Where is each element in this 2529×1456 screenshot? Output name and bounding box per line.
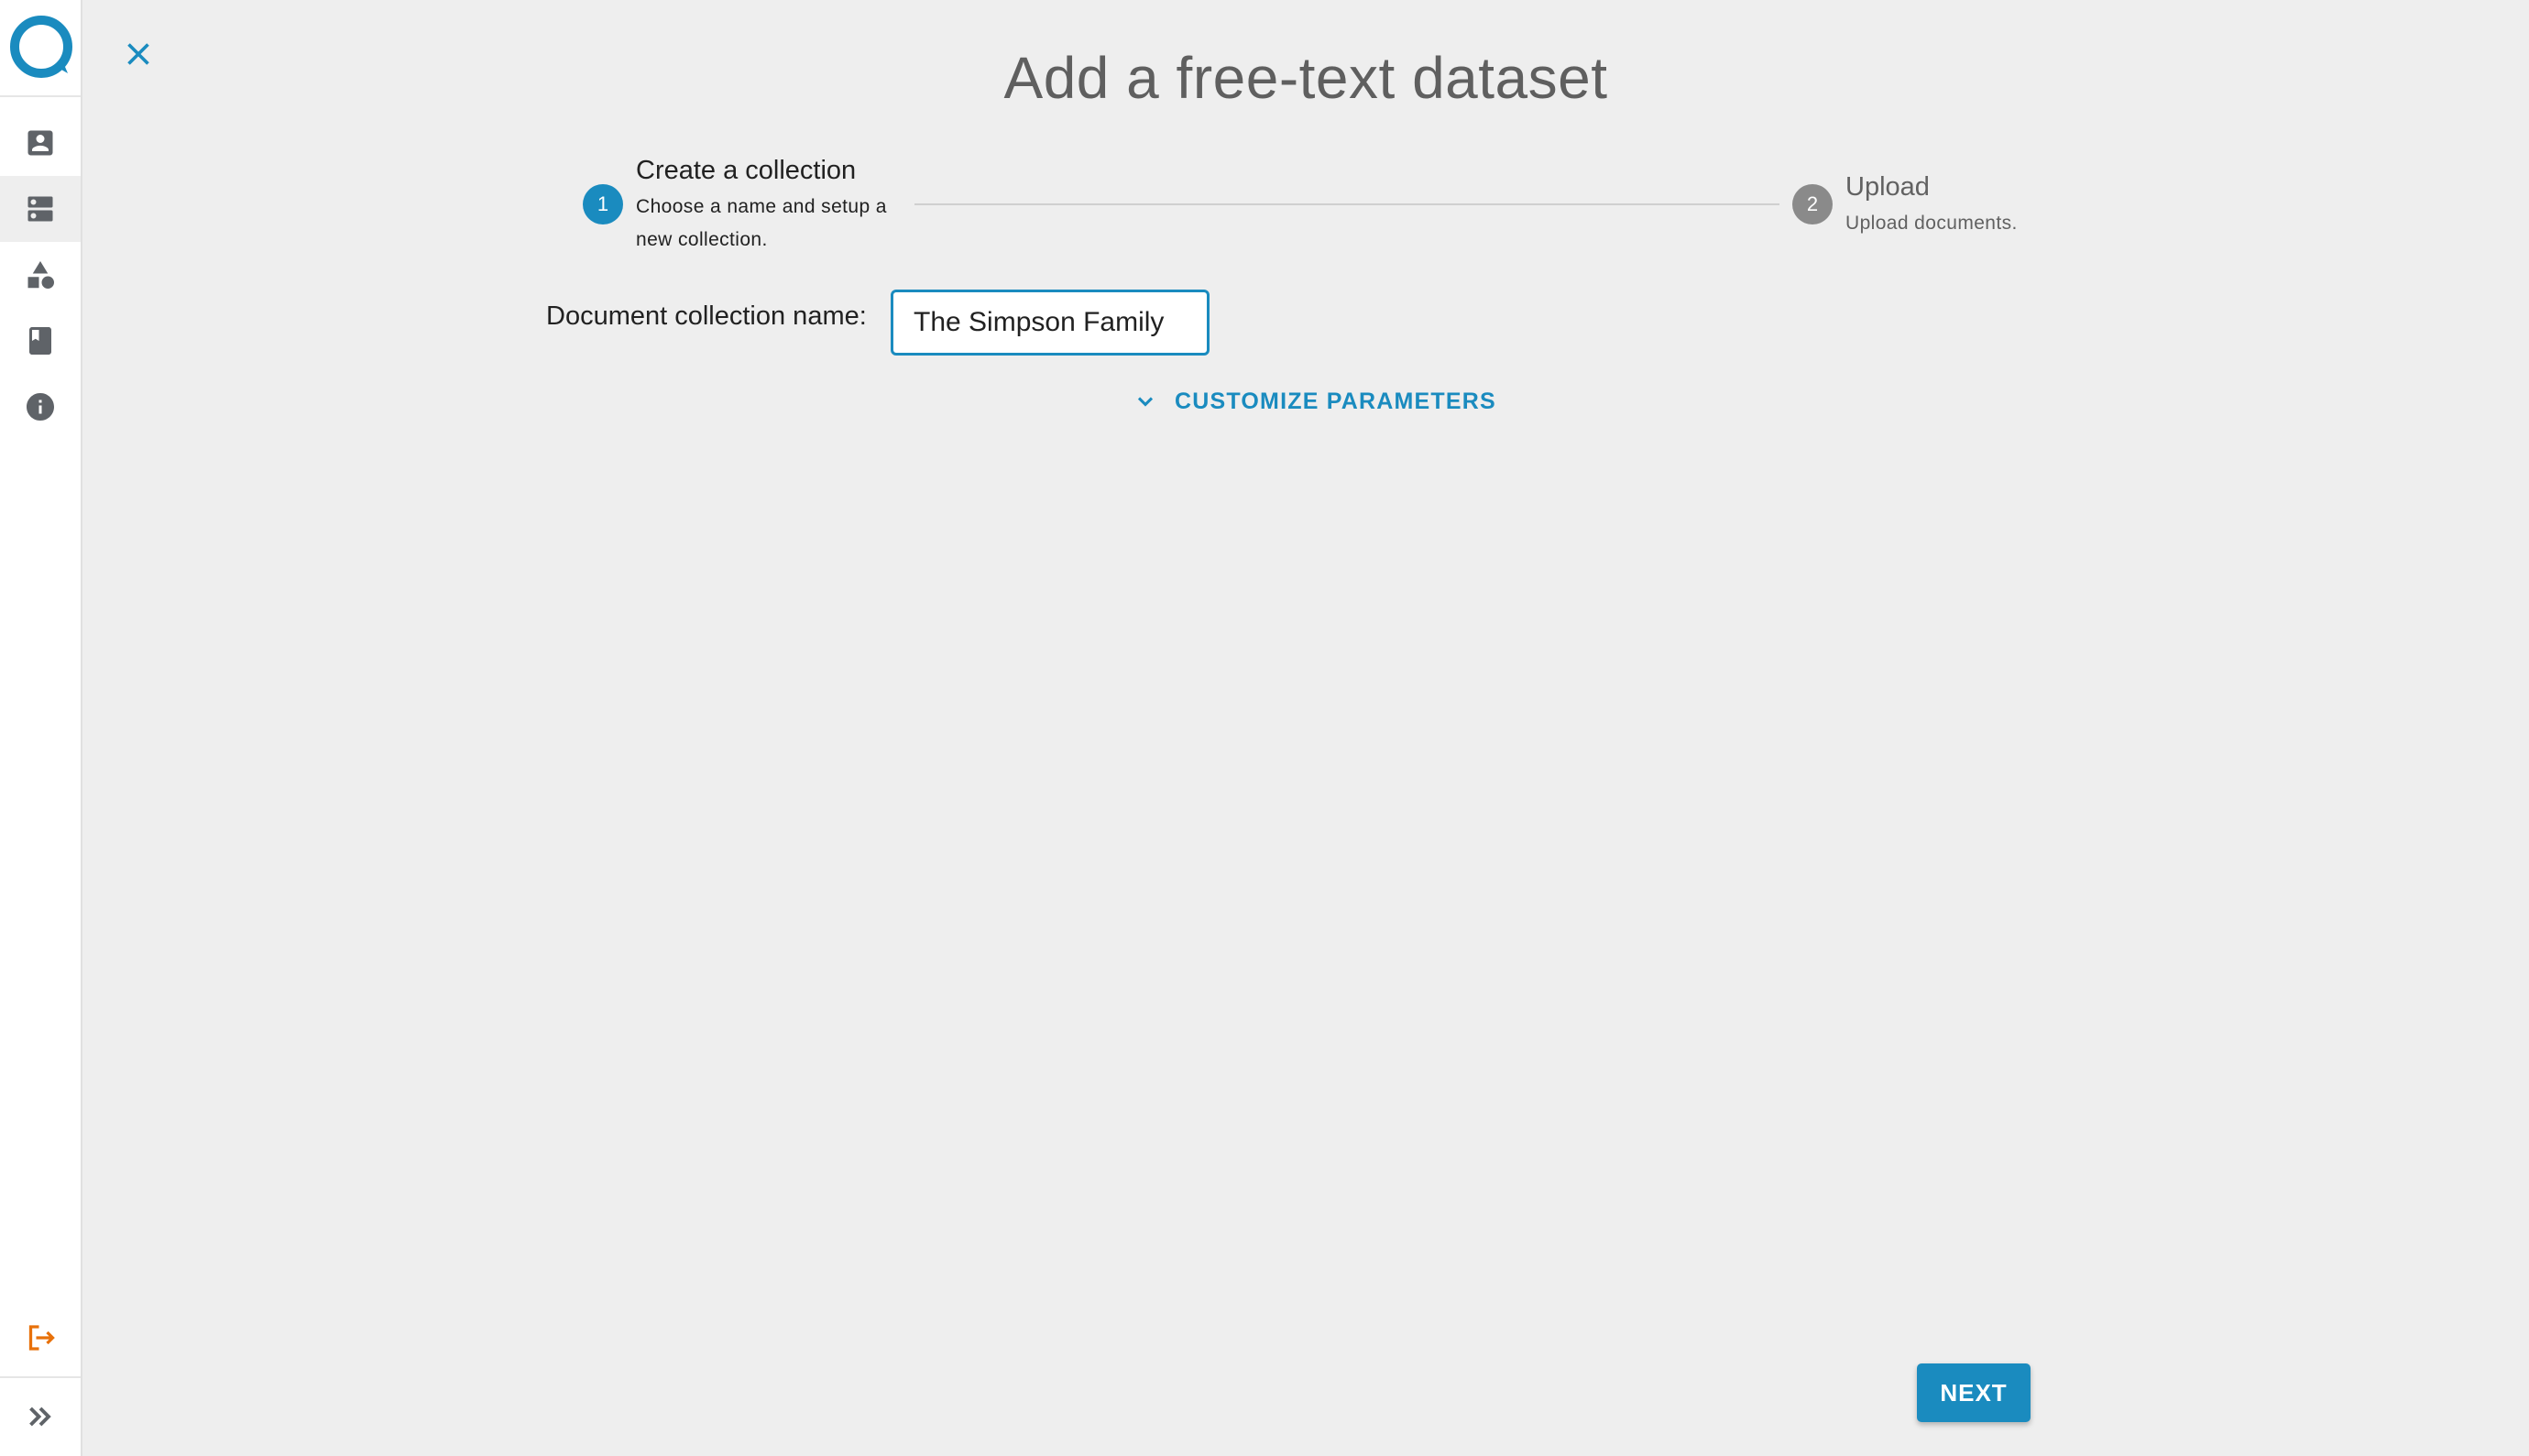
sidebar-item-account[interactable] [0, 110, 81, 176]
sidebar-divider [0, 95, 81, 97]
shapes-category-icon [27, 261, 54, 289]
logout-icon [28, 1325, 55, 1351]
step-2-number: 2 [1792, 184, 1833, 224]
book-icon [29, 327, 51, 355]
chevron-down-icon [1137, 397, 1154, 407]
customize-parameters-button[interactable]: CUSTOMIZE PARAMETERS [1133, 383, 1496, 420]
step-1-title: Create a collection [636, 156, 857, 185]
sidebar-item-info[interactable] [0, 374, 81, 440]
step-2-title: Upload [1845, 172, 1930, 202]
sidebar-item-docs[interactable] [0, 308, 81, 374]
step-1-number: 1 [583, 184, 623, 224]
sidebar [0, 0, 82, 1456]
sidebar-item-logout[interactable] [0, 1305, 81, 1371]
customize-parameters-label: CUSTOMIZE PARAMETERS [1175, 388, 1496, 414]
info-icon [27, 393, 54, 421]
dns-server-icon [27, 196, 53, 222]
sidebar-divider [0, 1376, 81, 1378]
sidebar-expand-button[interactable] [0, 1384, 81, 1450]
sidebar-item-categories[interactable] [0, 242, 81, 308]
step-1-description: Choose a name and setup a new collection… [636, 196, 887, 250]
app-logo-icon[interactable] [7, 13, 75, 81]
account-box-icon [27, 130, 53, 156]
double-chevron-right-icon [29, 1407, 51, 1427]
collection-name-input[interactable] [891, 290, 1210, 356]
stepper-connector [914, 203, 1779, 205]
collection-name-label: Document collection name: [546, 301, 867, 331]
page-title: Add a free-text dataset [1003, 45, 1608, 111]
sidebar-item-datasets[interactable] [0, 176, 81, 242]
step-2-description: Upload documents. [1845, 213, 2018, 234]
next-button[interactable]: NEXT [1917, 1363, 2031, 1422]
